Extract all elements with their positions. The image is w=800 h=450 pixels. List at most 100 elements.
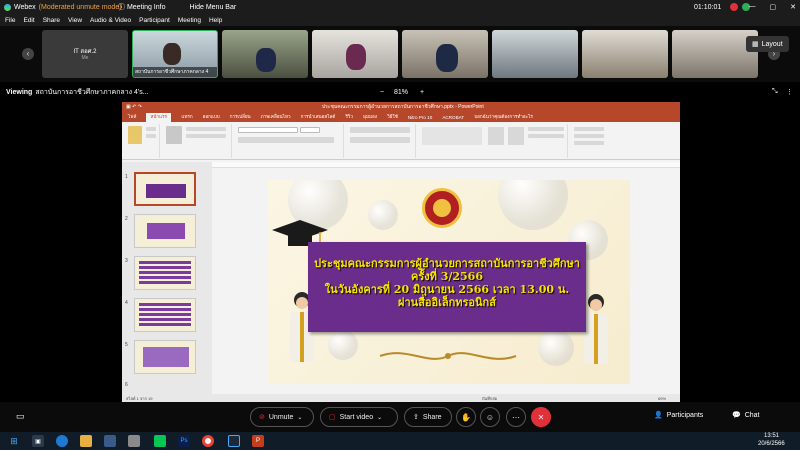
webex-icon [4,3,11,11]
quick-styles-icon[interactable] [508,127,524,145]
menu-edit[interactable]: Edit [23,17,34,24]
tell-me-box[interactable]: บอกฉันว่าคุณต้องการทำอะไร [474,114,533,121]
file-explorer-icon[interactable] [80,435,92,447]
maximize-button[interactable]: ▢ [770,3,777,11]
zoom-in-button[interactable]: + [420,89,424,96]
ppt-tab[interactable]: วิธีใช้ [387,114,398,121]
align-buttons[interactable] [350,137,410,143]
copy-icon[interactable] [146,134,156,138]
close-window-button[interactable]: ✕ [790,3,796,11]
participant-tile-7[interactable] [582,30,668,78]
ppt-tab[interactable]: ACROBAT [442,115,464,120]
webex-taskbar-icon[interactable] [228,435,240,447]
shapes-gallery[interactable] [422,127,482,145]
zoom-out-button[interactable]: − [380,89,384,96]
ppt-tab-home[interactable]: หน้าแรก [146,112,172,122]
share-button[interactable]: ⇪ Share [404,407,452,427]
slide-thumb-5[interactable] [134,340,196,374]
app-name: Webex [14,3,36,11]
edge-browser-icon[interactable] [56,435,68,447]
participant-tile-self[interactable]: IT สอศ.2 Me [42,30,128,78]
zoom-level[interactable]: 81% [394,89,408,96]
slide-thumb-3[interactable] [134,256,196,290]
participants-button[interactable]: 👤 Participants [654,411,703,420]
shape-outline-option[interactable] [528,134,564,138]
store-icon[interactable] [104,435,116,447]
slide-number: 5 [125,342,128,348]
menu-meeting[interactable]: Meeting [178,17,201,24]
chrome-icon[interactable] [202,435,214,447]
minimize-button[interactable]: — [749,3,756,11]
replace-option[interactable] [574,134,604,138]
unmute-button[interactable]: ⊘ Unmute ⌄ [250,407,314,427]
slide-thumb-4[interactable] [134,298,196,332]
menu-audio-video[interactable]: Audio & Video [90,17,131,24]
ppt-tab[interactable]: Nitro Pro 10 [408,115,433,120]
expand-icon[interactable]: ⤡ [772,88,778,96]
photoshop-icon[interactable]: Ps [178,435,190,447]
shape-fill-option[interactable] [528,127,564,131]
app-icon[interactable] [128,435,140,447]
start-video-button[interactable]: ▢ Start video ⌄ [320,407,398,427]
participant-tile-4[interactable] [312,30,398,78]
participant-tile-8[interactable] [672,30,758,78]
leave-meeting-button[interactable]: ✕ [531,407,551,427]
line-app-icon[interactable] [154,435,166,447]
select-option[interactable] [574,141,604,145]
task-view-icon[interactable]: ▣ [32,435,44,447]
ppt-tab[interactable]: แทรก [181,114,192,121]
reset-option[interactable] [186,134,226,138]
slide-thumbnails-pane: 1 2 3 4 5 6 [122,162,212,394]
slide-number: 1 [125,174,128,180]
layout-button[interactable]: ▦ Layout [746,36,789,52]
menu-participant[interactable]: Participant [139,17,170,24]
more-button[interactable]: ⋯ [506,407,526,427]
ppt-tab[interactable]: การเปลี่ยน [230,114,251,121]
chat-button[interactable]: 💬 Chat [732,411,760,420]
ppt-tab[interactable]: รีวิว [345,114,353,121]
chevron-down-icon: ⌄ [297,414,303,421]
slide-thumb-2[interactable] [134,214,196,248]
font-format-buttons[interactable] [238,137,334,143]
list-buttons[interactable] [350,127,410,133]
raise-hand-button[interactable]: ✋ [456,407,476,427]
menu-view[interactable]: View [68,17,82,24]
ppt-tab[interactable]: ออกแบบ [203,114,220,121]
strip-prev-button[interactable]: ‹ [22,48,34,60]
participant-tile-5[interactable] [402,30,488,78]
emblem-logo [422,188,462,228]
layout-option[interactable] [186,127,226,131]
chevron-left-icon: ‹ [26,49,30,58]
ppt-tab[interactable]: มุมมอง [363,114,377,121]
main-slide[interactable]: ประชุมคณะกรรมการผู้อำนวยการสถาบันการอาชี… [268,180,630,384]
menu-help[interactable]: Help [209,17,222,24]
ppt-zoom-level[interactable]: 69% [658,396,666,401]
participant-tile-active[interactable]: สถาบันการอาชีวศึกษาภาคกลาง 4 [132,30,218,78]
captions-icon[interactable]: ▭ [16,411,25,422]
windows-start-icon[interactable]: ⊞ [8,435,20,447]
meeting-info-button[interactable]: ⓘ Meeting Info [118,2,165,12]
participant-tile-3[interactable] [222,30,308,78]
paste-icon[interactable] [128,126,142,144]
ppt-tab[interactable]: ไฟล์ [128,114,136,121]
participant-tile-6[interactable] [492,30,578,78]
hide-menu-bar-button[interactable]: Hide Menu Bar [189,4,236,11]
slide-thumb-1[interactable] [134,172,196,206]
new-slide-icon[interactable] [166,126,182,144]
bubble-decoration [538,330,574,366]
cut-icon[interactable] [146,127,156,131]
reactions-button[interactable]: ☺ [480,407,500,427]
ppt-ribbon-tabs: ไฟล์ หน้าแรก แทรก ออกแบบ การเปลี่ยน ภาพเ… [122,112,680,122]
powerpoint-icon[interactable]: P [252,435,264,447]
notes-button[interactable]: บันทึกย่อ [482,395,497,402]
font-name-field[interactable] [238,127,298,133]
arrange-icon[interactable] [488,127,504,145]
more-options-icon[interactable]: ⋮ [786,88,793,96]
menu-file[interactable]: File [5,17,15,24]
font-size-field[interactable] [300,127,320,133]
ppt-tab[interactable]: การนำเสนอสไลด์ [301,114,336,121]
thumb-banner [147,223,185,239]
menu-share[interactable]: Share [43,17,60,24]
ppt-tab[interactable]: ภาพเคลื่อนไหว [261,114,291,121]
find-option[interactable] [574,127,604,131]
